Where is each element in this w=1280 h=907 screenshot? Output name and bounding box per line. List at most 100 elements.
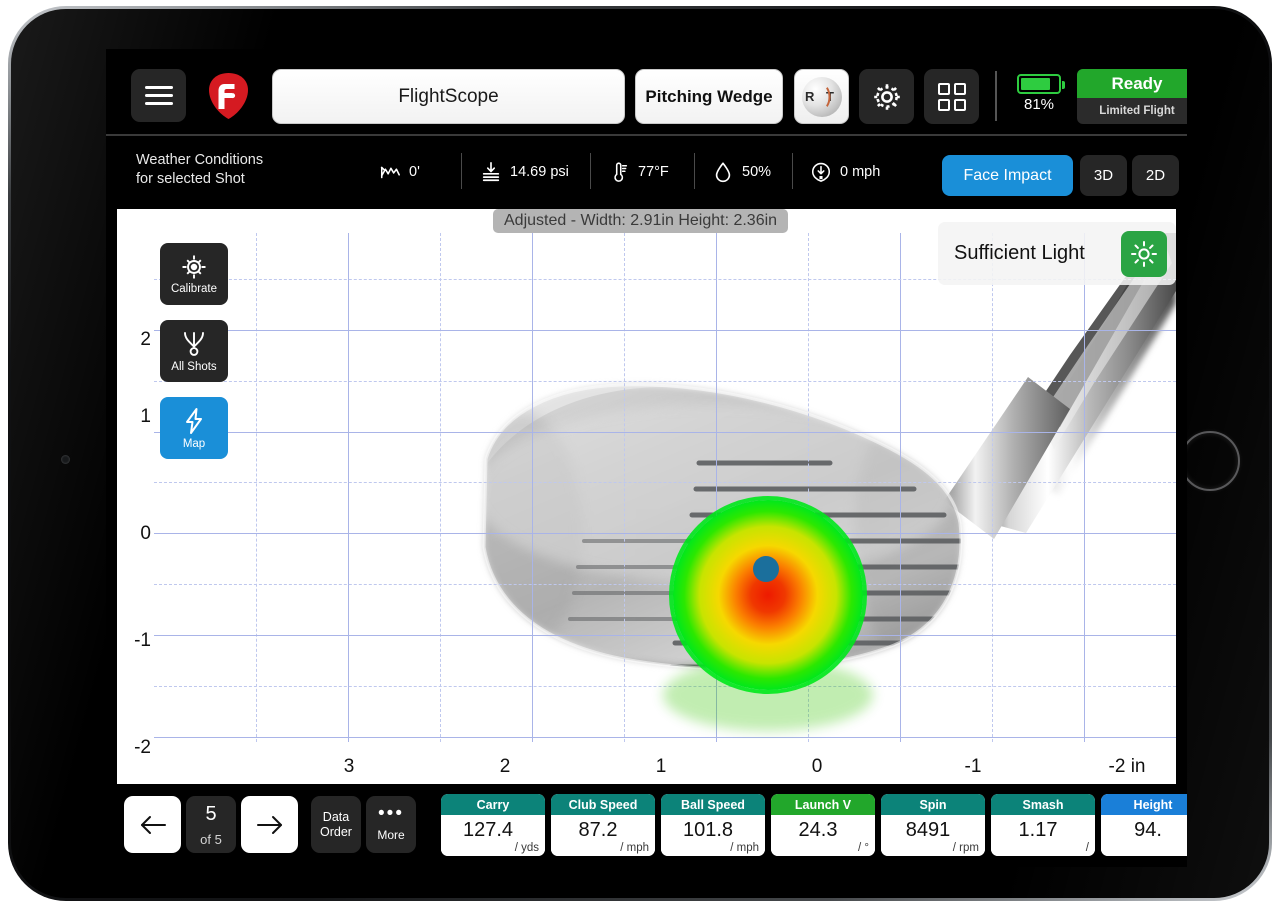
metric-value: 8491 <box>905 819 951 841</box>
metric-body: 94. <box>1101 815 1187 856</box>
metric-card[interactable]: Ball Speed 101.8/ mph <box>661 794 765 856</box>
hamburger-menu-button[interactable] <box>131 69 186 122</box>
club-name-label: Pitching Wedge <box>645 86 773 106</box>
metric-body: 8491/ rpm <box>881 815 985 856</box>
view-tab-2d[interactable]: 2D <box>1132 155 1179 196</box>
metric-body: 24.3 / ° <box>771 815 875 856</box>
app-title-field[interactable]: FlightScope <box>272 69 625 124</box>
battery-percent-label: 81% <box>1023 96 1055 113</box>
x-axis-tick-unit: -2 in <box>1108 756 1146 777</box>
y-axis-tick: -1 <box>134 630 151 651</box>
battery-indicator: 81% <box>1011 74 1067 113</box>
data-order-button[interactable]: Data Order <box>311 796 361 853</box>
app-screen: FlightScope Pitching Wedge R T 81% Ready… <box>106 49 1187 867</box>
weather-conditions-bar: Weather Conditions for selected Shot 0' <box>106 138 1187 207</box>
metric-value: 87.2 <box>578 819 618 841</box>
x-axis-tick: 2 <box>499 756 511 777</box>
hamburger-menu-icon <box>144 81 173 110</box>
metric-label: Club Speed <box>551 794 655 815</box>
weather-humidity-value: 50% <box>742 164 772 180</box>
view-tab-3d[interactable]: 3D <box>1080 155 1127 196</box>
metric-body: 1.17 / <box>991 815 1095 856</box>
weather-pressure-value: 14.69 psi <box>510 164 569 180</box>
all-shots-icon <box>184 331 204 356</box>
humidity-droplet-icon <box>715 162 731 183</box>
metric-label: Launch V <box>771 794 875 815</box>
all-shots-button[interactable]: All Shots <box>160 320 228 382</box>
view-tab-2d-label: 2D <box>1145 167 1166 184</box>
metric-card[interactable]: Spin 8491/ rpm <box>881 794 985 856</box>
calibrate-target-icon <box>182 255 206 278</box>
next-shot-button[interactable] <box>241 796 298 853</box>
rct-label: R T <box>805 89 838 104</box>
weather-temperature: 77°F <box>608 160 669 184</box>
metric-label: Ball Speed <box>661 794 765 815</box>
metric-card[interactable]: Carry 127.4/ yds <box>441 794 545 856</box>
battery-icon <box>1017 74 1065 94</box>
adjusted-dimensions-text: Adjusted - Width: 2.91in Height: 2.36in <box>504 212 778 229</box>
more-button-label: More <box>377 828 405 842</box>
weather-temperature-value: 77°F <box>638 164 669 180</box>
dashboard-grid-button[interactable] <box>924 69 979 124</box>
calibrate-button[interactable]: Calibrate <box>160 243 228 305</box>
app-title-text: FlightScope <box>398 85 499 107</box>
all-shots-button-label: All Shots <box>171 360 217 373</box>
metric-body: 127.4/ yds <box>441 815 545 856</box>
metric-card[interactable]: Launch V 24.3 / ° <box>771 794 875 856</box>
arrow-right-icon <box>256 815 282 834</box>
metric-unit: / mph <box>620 842 649 854</box>
plot-area <box>154 233 1176 742</box>
top-toolbar: FlightScope Pitching Wedge R T 81% Ready… <box>106 49 1187 136</box>
weather-separator <box>461 153 462 189</box>
metric-unit: / mph <box>730 842 759 854</box>
lightning-map-icon <box>186 407 202 434</box>
x-axis-tick: 3 <box>343 756 355 777</box>
more-button[interactable]: ••• More <box>366 796 416 853</box>
home-button[interactable] <box>1180 431 1240 491</box>
metric-card[interactable]: Club Speed 87.2/ mph <box>551 794 655 856</box>
metric-label: Smash <box>991 794 1095 815</box>
metric-value: 101.8 <box>682 819 734 841</box>
weather-altitude: 0' <box>379 160 420 184</box>
settings-button[interactable] <box>859 69 914 124</box>
rct-ball-button[interactable]: R T <box>794 69 849 124</box>
metric-label: Spin <box>881 794 985 815</box>
ellipsis-icon: ••• <box>378 803 404 824</box>
weather-altitude-value: 0' <box>409 164 420 180</box>
status-badge[interactable]: Ready Limited Flight <box>1077 69 1187 124</box>
weather-label-line2: for selected Shot <box>136 171 245 187</box>
shot-counter[interactable]: 5 of 5 <box>186 796 236 853</box>
metric-card[interactable]: Height 94. <box>1101 794 1187 856</box>
face-impact-chart[interactable]: 2 1 0 -1 -2 3 2 1 0 -1 -2 in Adjusted - … <box>117 209 1176 784</box>
metrics-strip[interactable]: Carry 127.4/ yds Club Speed 87.2/ mph Ball S… <box>441 794 1187 856</box>
data-order-label-line1: Data <box>322 809 350 824</box>
altitude-icon <box>380 166 400 179</box>
metric-body: 101.8/ mph <box>661 815 765 856</box>
previous-shot-button[interactable] <box>124 796 181 853</box>
x-axis-tick: 1 <box>655 756 667 777</box>
adjusted-dimensions-badge: Adjusted - Width: 2.91in Height: 2.36in <box>493 209 789 233</box>
metric-value: 24.3 <box>798 819 838 841</box>
front-camera <box>61 455 70 464</box>
status-sub-label: Limited Flight <box>1099 105 1175 117</box>
metric-value: 94. <box>1134 819 1162 841</box>
impact-point-marker <box>753 556 779 582</box>
toolbar-divider <box>995 71 997 121</box>
weather-humidity: 50% <box>712 160 771 184</box>
x-axis-tick: -1 <box>964 756 982 777</box>
metric-value: 1.17 <box>1018 819 1058 841</box>
metric-card[interactable]: Smash 1.17 / <box>991 794 1095 856</box>
shot-total: of 5 <box>200 831 222 847</box>
y-axis-tick: 2 <box>140 329 151 350</box>
club-selector-button[interactable]: Pitching Wedge <box>635 69 783 124</box>
thermometer-icon <box>614 162 628 182</box>
metric-label: Height <box>1101 794 1187 815</box>
calibrate-button-label: Calibrate <box>170 282 218 295</box>
metric-unit: / <box>1085 842 1089 854</box>
view-tab-face-impact[interactable]: Face Impact <box>942 155 1073 196</box>
light-status-badge[interactable]: Sufficient Light <box>938 222 1176 285</box>
map-button[interactable]: Map <box>160 397 228 459</box>
weather-separator <box>590 153 591 189</box>
weather-separator <box>792 153 793 189</box>
weather-wind-value: 0 mph <box>840 164 881 180</box>
